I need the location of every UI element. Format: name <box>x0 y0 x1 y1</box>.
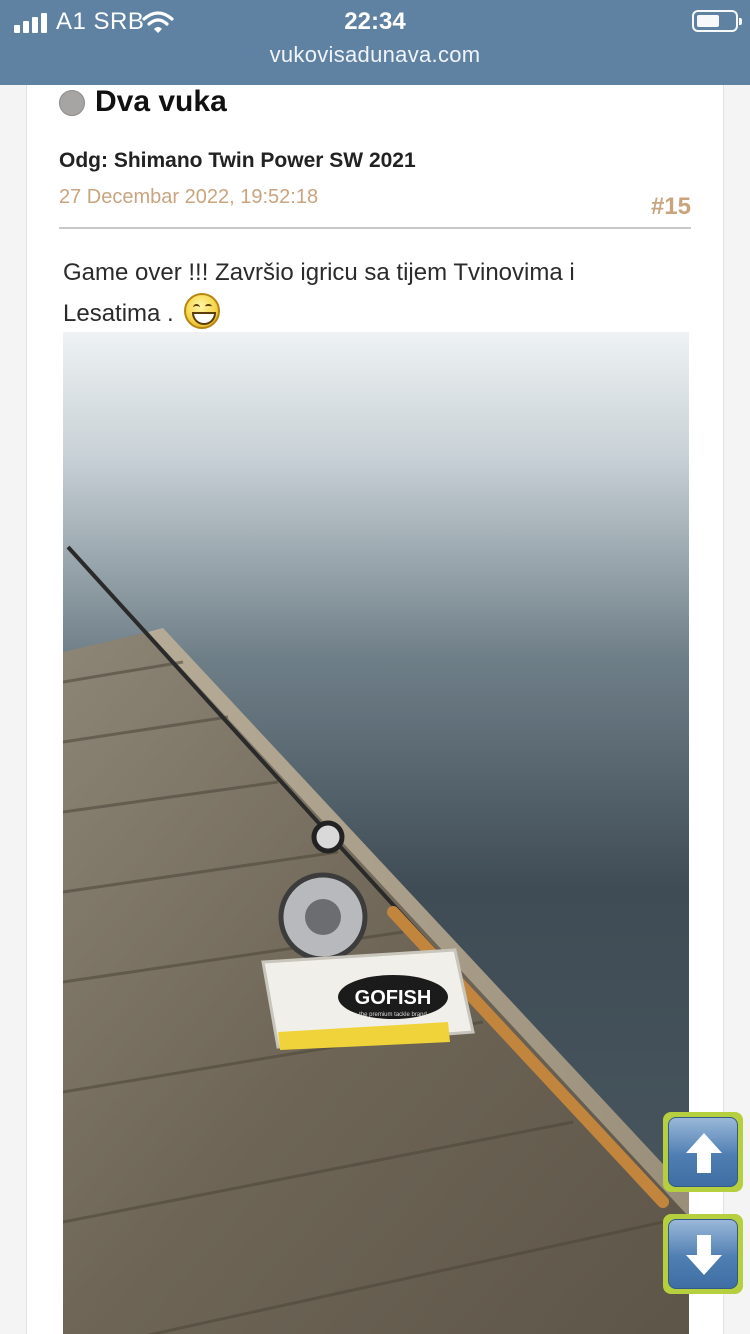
laughing-smiley-icon <box>183 293 220 329</box>
post-author: Dva vuka <box>59 85 227 119</box>
status-bar: A1 SRB 22:34 <box>0 8 750 36</box>
post-body-line-1: Game over !!! Završio igricu sa tijem Tv… <box>63 259 575 286</box>
forum-post: Dva vuka Odg: Shimano Twin Power SW 2021… <box>26 85 724 1334</box>
gofish-tagline: the premium tackle brand <box>359 1012 427 1018</box>
post-body-line-2-wrapper: Lesatima . <box>63 293 683 334</box>
address-bar-url[interactable]: vukovisadunava.com <box>0 42 750 68</box>
arrow-up-icon <box>686 1133 722 1173</box>
browser-top-bar: A1 SRB 22:34 vukovisadunava.com <box>0 0 750 85</box>
scroll-down-button[interactable] <box>663 1214 743 1294</box>
post-date: 27 Decembar 2022, 19:52:18 <box>59 186 319 208</box>
gofish-label: GOFISH <box>355 987 432 1009</box>
battery-icon <box>692 10 742 32</box>
scroll-up-button[interactable] <box>663 1112 743 1192</box>
post-number[interactable]: #15 <box>651 193 691 221</box>
arrow-down-icon <box>686 1235 722 1275</box>
offline-status-icon <box>59 90 85 116</box>
post-body-line-2: Lesatima . <box>63 300 174 327</box>
post-body: Game over !!! Završio igricu sa tijem Tv… <box>63 253 683 334</box>
post-title[interactable]: Odg: Shimano Twin Power SW 2021 <box>59 149 416 173</box>
post-divider <box>59 227 691 229</box>
post-image[interactable]: GOFISH the premium tackle brand <box>63 332 689 1334</box>
author-name[interactable]: Dva vuka <box>95 85 227 119</box>
status-time: 22:34 <box>344 8 406 35</box>
